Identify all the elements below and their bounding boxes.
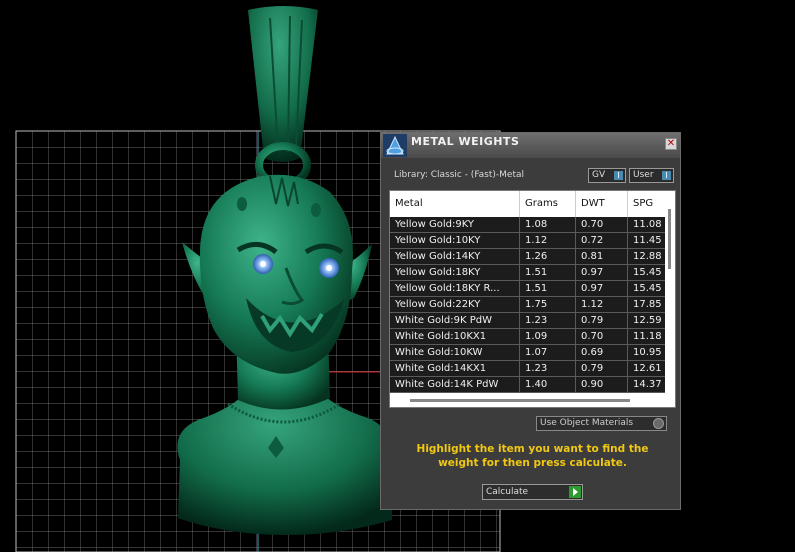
dwt-cell: 0.72 — [576, 233, 628, 249]
metal-cell: White Gold:9K PdW — [390, 313, 520, 329]
table-header: Metal Grams DWT SPG — [390, 191, 667, 217]
metal-cell: White Gold:10KW — [390, 345, 520, 361]
spg-cell: 12.59 — [633, 315, 662, 326]
metal-cell: White Gold:14KX1 — [390, 361, 520, 377]
table-row[interactable]: White Gold:14K PdW 1.40 0.90 14.37 — [390, 377, 667, 393]
spg-cell: 17.85 — [633, 299, 662, 310]
grams-cell: 1.40 — [520, 377, 576, 393]
spg-cell: 15.45 — [633, 267, 662, 278]
table-row[interactable]: Yellow Gold:18KY 1.51 0.97 15.45 — [390, 265, 667, 281]
toggle-knob-icon — [653, 418, 664, 429]
metal-weights-panel: METAL WEIGHTS ✕ Library: Classic - (Fast… — [380, 132, 681, 510]
grams-cell: 1.23 — [520, 361, 576, 377]
grams-cell: 1.51 — [520, 265, 576, 281]
dwt-cell: 0.70 — [576, 217, 628, 233]
table-body: Yellow Gold:9KY 1.08 0.70 11.08 Yellow Gold:… — [390, 217, 667, 393]
dwt-cell: 0.79 — [576, 361, 628, 377]
title-bar[interactable]: METAL WEIGHTS ✕ — [381, 133, 680, 158]
spg-cell: 12.61 — [633, 363, 662, 374]
table-row[interactable]: Yellow Gold:22KY 1.75 1.12 17.85 — [390, 297, 667, 313]
grams-cell: 1.07 — [520, 345, 576, 361]
metal-cell: Yellow Gold:9KY — [390, 217, 520, 233]
column-header-metal[interactable]: Metal — [390, 191, 520, 217]
dwt-cell: 1.12 — [576, 297, 628, 313]
gv-toggle[interactable]: GV I — [588, 168, 626, 183]
metal-cell: Yellow Gold:18KY R... — [390, 281, 520, 297]
table-row[interactable]: Yellow Gold:10KY 1.12 0.72 11.45 — [390, 233, 667, 249]
grams-cell: 1.75 — [520, 297, 576, 313]
column-header-dwt[interactable]: DWT — [576, 191, 628, 217]
dwt-cell: 0.81 — [576, 249, 628, 265]
metal-table[interactable]: Metal Grams DWT SPG Yellow Gold:9KY 1.08 0… — [389, 190, 676, 408]
user-toggle-label: User — [633, 170, 654, 180]
dwt-cell: 0.79 — [576, 313, 628, 329]
metal-cell: Yellow Gold:14KY — [390, 249, 520, 265]
spg-cell: 11.45 — [633, 235, 662, 246]
metal-cell: Yellow Gold:10KY — [390, 233, 520, 249]
column-header-grams[interactable]: Grams — [520, 191, 576, 217]
vertical-scroll-thumb[interactable] — [668, 209, 671, 269]
spg-cell: 15.45 — [633, 283, 662, 294]
table-row[interactable]: Yellow Gold:18KY R... 1.51 0.97 15.45 — [390, 281, 667, 297]
table-row[interactable]: White Gold:14KX1 1.23 0.79 12.61 — [390, 361, 667, 377]
metal-cell: White Gold:14K PdW — [390, 377, 520, 393]
panel-title: METAL WEIGHTS — [411, 135, 520, 148]
dwt-cell: 0.97 — [576, 265, 628, 281]
grams-cell: 1.12 — [520, 233, 576, 249]
calculate-button[interactable]: Calculate — [482, 484, 583, 500]
vertical-scrollbar[interactable] — [665, 191, 675, 407]
table-row[interactable]: Yellow Gold:14KY 1.26 0.81 12.88 — [390, 249, 667, 265]
dwt-cell: 0.97 — [576, 281, 628, 297]
grams-cell: 1.23 — [520, 313, 576, 329]
metal-weights-logo-icon — [383, 134, 407, 157]
spg-cell: 11.18 — [633, 331, 662, 342]
horizontal-scroll-thumb[interactable] — [410, 399, 630, 402]
metal-cell: Yellow Gold:18KY — [390, 265, 520, 281]
dwt-cell: 0.70 — [576, 329, 628, 345]
table-row[interactable]: White Gold:9K PdW 1.23 0.79 12.59 — [390, 313, 667, 329]
spg-cell: 10.95 — [633, 347, 662, 358]
horizontal-scrollbar[interactable] — [390, 395, 667, 407]
table-row[interactable]: Yellow Gold:9KY 1.08 0.70 11.08 — [390, 217, 667, 233]
grams-cell: 1.09 — [520, 329, 576, 345]
gv-toggle-label: GV — [592, 170, 606, 180]
spg-cell: 12.88 — [633, 251, 662, 262]
spg-cell: 14.37 — [633, 379, 662, 390]
library-label: Library: Classic - (Fast)-Metal — [394, 170, 525, 180]
use-object-materials-label: Use Object Materials — [540, 418, 634, 428]
calculate-label: Calculate — [486, 487, 529, 497]
spg-cell: 11.08 — [633, 219, 662, 230]
user-toggle-indicator: I — [662, 171, 671, 180]
metal-cell: White Gold:10KX1 — [390, 329, 520, 345]
close-icon[interactable]: ✕ — [665, 138, 677, 150]
grams-cell: 1.26 — [520, 249, 576, 265]
gv-toggle-indicator: I — [614, 171, 623, 180]
table-row[interactable]: White Gold:10KX1 1.09 0.70 11.18 — [390, 329, 667, 345]
dwt-cell: 0.90 — [576, 377, 628, 393]
user-toggle[interactable]: User I — [629, 168, 674, 183]
dwt-cell: 0.69 — [576, 345, 628, 361]
table-row[interactable]: White Gold:10KW 1.07 0.69 10.95 — [390, 345, 667, 361]
pendant-model[interactable] — [177, 6, 393, 535]
instruction-text: Highlight the item you want to find the … — [416, 443, 649, 469]
use-object-materials-toggle[interactable]: Use Object Materials — [536, 416, 667, 431]
grams-cell: 1.51 — [520, 281, 576, 297]
grams-cell: 1.08 — [520, 217, 576, 233]
metal-cell: Yellow Gold:22KY — [390, 297, 520, 313]
column-header-spg[interactable]: SPG — [628, 191, 667, 217]
play-arrow-icon — [569, 486, 581, 498]
